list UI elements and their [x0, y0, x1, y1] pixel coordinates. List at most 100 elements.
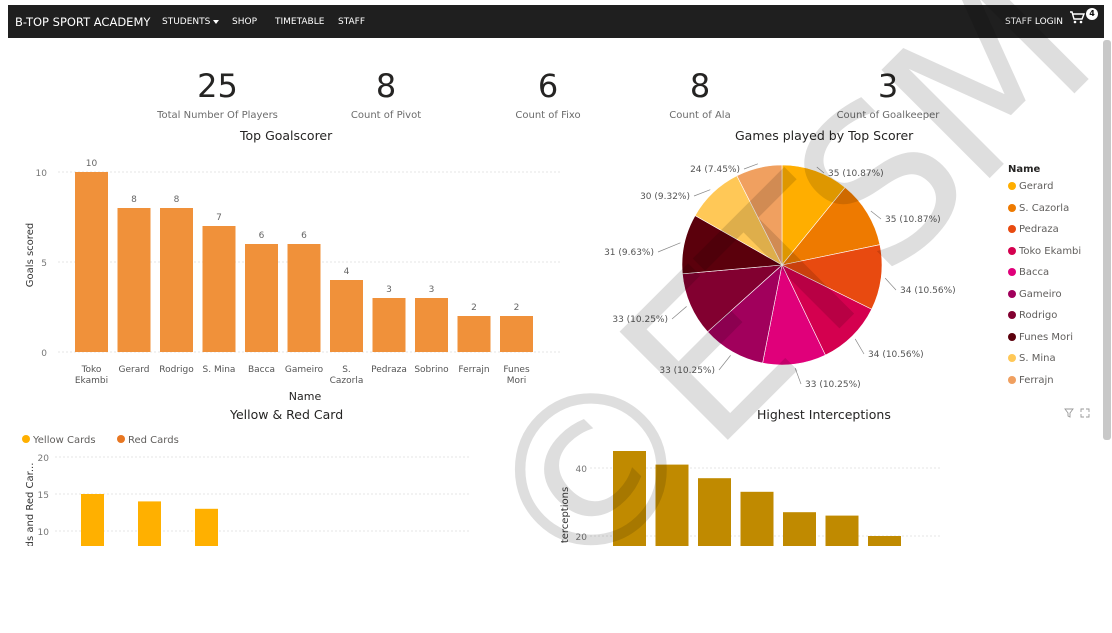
legend-item[interactable]: Gerard: [1008, 181, 1053, 192]
legend-label: Yellow Cards: [32, 435, 96, 446]
y-tick-label: 5: [41, 259, 47, 269]
x-tick-label: Toko: [81, 365, 102, 375]
legend-item[interactable]: Funes Mori: [1008, 332, 1073, 343]
data-label: 7: [216, 213, 222, 223]
kpi-ala: 8 Count of Ala: [640, 70, 760, 121]
legend-label: Ferrajn: [1019, 374, 1054, 386]
highest-interceptions-title: Highest Interceptions: [757, 407, 891, 422]
legend-dot-icon: [22, 435, 30, 443]
legend-label: Gameiro: [1019, 288, 1062, 300]
kpi-value: 8: [689, 67, 711, 105]
legend-dot-icon: [1008, 203, 1016, 212]
legend-item[interactable]: Gameiro: [1008, 289, 1062, 300]
y-tick-label: 10: [36, 169, 48, 179]
x-tick-label: Mori: [507, 376, 526, 386]
y-tick-label: 20: [576, 533, 588, 543]
bar: [330, 280, 363, 352]
pie-legend-title: Name: [1008, 164, 1041, 175]
legend-item[interactable]: S. Cazorla: [1008, 203, 1069, 214]
staff-login-link[interactable]: STAFF LOGIN: [1005, 17, 1063, 27]
bar: [415, 298, 448, 352]
bar: [160, 208, 193, 352]
legend-label: Gerard: [1019, 181, 1054, 192]
kpi-value: 3: [877, 67, 899, 105]
leader-line: [884, 277, 897, 291]
bar: [75, 172, 108, 352]
legend-dot-icon: [1008, 311, 1016, 319]
legend-label: Funes Mori: [1019, 331, 1074, 343]
legend-item[interactable]: Bacca: [1008, 267, 1049, 278]
bar: [202, 226, 236, 352]
legend-dot-icon: [1008, 289, 1016, 298]
legend-label: S. Mina: [1019, 353, 1056, 364]
top-goalscorer-chart: 0 5 10 Goals scored Name 10 TokoEkambi 8 Gerard 8…: [25, 159, 560, 403]
bar: [287, 244, 321, 352]
y-tick-label: 0: [41, 349, 47, 359]
y-tick-label: 20: [38, 454, 50, 464]
leader-line: [794, 368, 802, 385]
slice-label: 24 (7.45%): [690, 165, 740, 175]
data-label: 8: [131, 195, 137, 205]
leader-line: [671, 306, 687, 320]
x-tick-label: S.: [342, 365, 351, 375]
slice-label: 33 (10.25%): [612, 315, 668, 325]
x-tick-label: S. Mina: [203, 365, 236, 375]
x-tick-label: Funes: [503, 365, 530, 375]
legend-dot-icon: [1008, 182, 1016, 190]
x-tick-label: Ekambi: [75, 376, 108, 386]
bar: [500, 316, 533, 352]
legend-label: Pedraza: [1019, 224, 1059, 235]
yellow-red-card-chart: Yellow Cards Red Cards 10 15 20ds and Red Ca…: [22, 435, 470, 546]
bar: [81, 494, 104, 546]
legend-dot-icon: [1008, 354, 1016, 362]
slice-label: 33 (10.25%): [805, 380, 861, 390]
bar: [655, 464, 689, 546]
x-tick-label: Gameiro: [285, 365, 324, 375]
slice-label: 31 (9.63%): [604, 248, 654, 258]
focus-mode-icon[interactable]: [1080, 408, 1090, 418]
legend-item[interactable]: S. Mina: [1008, 353, 1056, 364]
y-axis-label: ds and Red Car...: [25, 463, 36, 546]
legend-item[interactable]: Rodrigo: [1008, 310, 1057, 321]
cart-count-badge: 4: [1086, 8, 1098, 20]
y-tick-label: 10: [38, 528, 50, 538]
x-tick-label: Cazorla: [330, 376, 364, 386]
cart-icon[interactable]: [1069, 10, 1085, 24]
bar: [117, 208, 151, 352]
filter-icon[interactable]: [1064, 408, 1074, 418]
legend-label: Red Cards: [128, 435, 179, 446]
data-label: 10: [86, 159, 98, 169]
slice-label: 35 (10.87%): [885, 215, 941, 225]
legend-item[interactable]: Ferrajn: [1008, 375, 1054, 386]
slice-label: 30 (9.32%): [640, 192, 690, 202]
leader-line: [718, 355, 731, 371]
x-tick-label: Bacca: [248, 365, 275, 375]
games-played-pie-chart: 35 (10.87%) 35 (10.87%) 34 (10.56%) 34 (10.…: [604, 163, 956, 390]
y-axis-label: terceptions: [560, 487, 571, 543]
y-tick-label: 40: [576, 465, 588, 475]
data-label: 4: [344, 267, 350, 277]
bar: [825, 515, 859, 546]
bar: [138, 501, 161, 546]
bar: [868, 536, 901, 546]
x-tick-label: Sobrino: [414, 365, 449, 375]
bar: [457, 316, 491, 352]
bar: [245, 244, 278, 352]
leader-line: [870, 210, 882, 220]
bar: [740, 491, 774, 546]
leader-line: [854, 338, 865, 355]
legend-item[interactable]: Pedraza: [1008, 224, 1059, 235]
x-axis-label: Name: [289, 390, 322, 403]
x-tick-label: Rodrigo: [159, 365, 194, 375]
data-label: 6: [301, 231, 307, 241]
kpi-label: Count of Ala: [669, 110, 731, 121]
slice-label: 34 (10.56%): [868, 350, 924, 360]
legend-label: Rodrigo: [1019, 310, 1058, 321]
vertical-scrollbar[interactable]: [1103, 40, 1111, 440]
legend-dot-icon: [1008, 246, 1016, 255]
legend-dot-icon: [1008, 375, 1016, 384]
legend-item[interactable]: Toko Ekambi: [1008, 246, 1081, 257]
leader-line: [657, 242, 681, 253]
legend-label: S. Cazorla: [1019, 202, 1070, 214]
data-label: 2: [514, 303, 520, 313]
